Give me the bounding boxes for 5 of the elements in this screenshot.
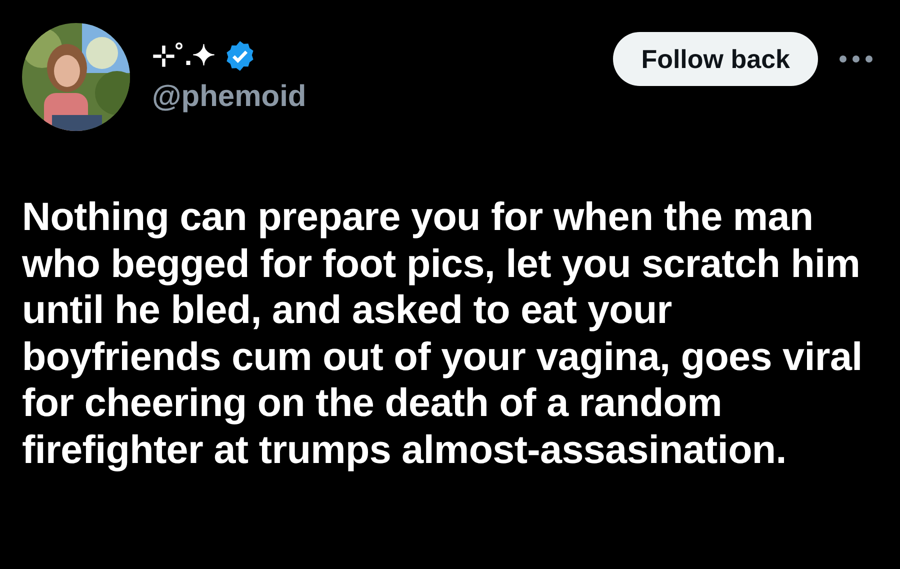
follow-back-button[interactable]: Follow back (613, 32, 818, 86)
username[interactable]: @phemoid (152, 78, 614, 116)
display-name: ⊹˚.✦ (152, 39, 216, 73)
more-icon[interactable] (838, 54, 874, 64)
tweet-text: Nothing can prepare you for when the man who begged for foot pics, let you scratch him until he bled, and asked to eat your boyfriends cum out of your vagina, goes viral for cheering on the death of a random firefighter at trumps almost-assasination. (22, 194, 864, 473)
